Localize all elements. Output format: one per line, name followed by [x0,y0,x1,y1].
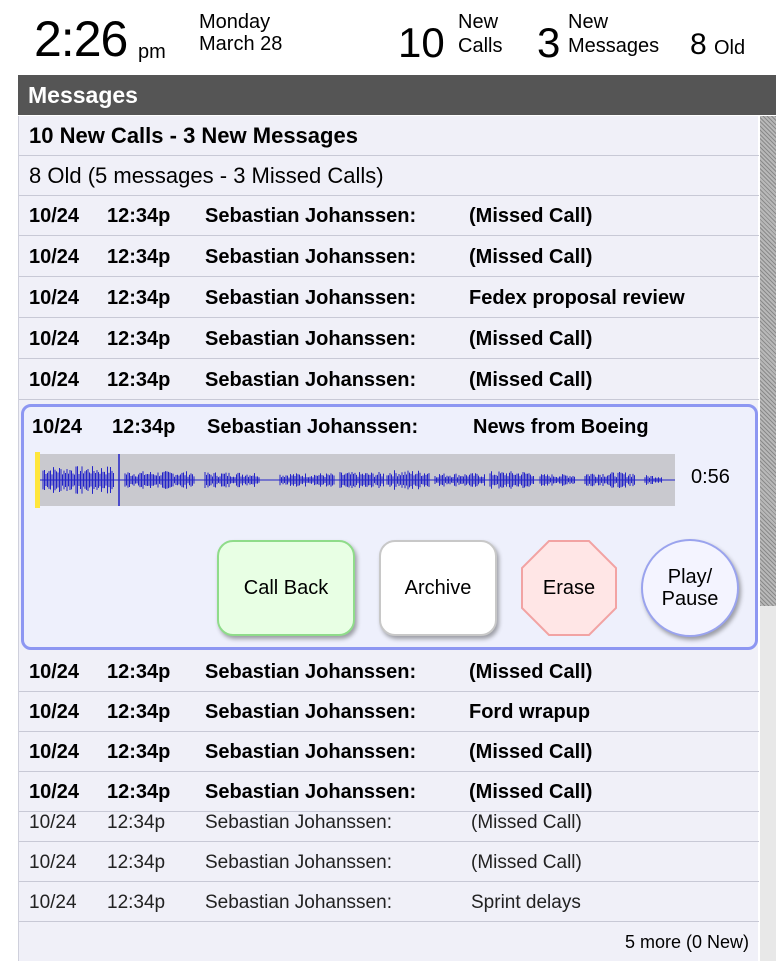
erase-label: Erase [542,576,596,599]
selected-message-header: 10/24 12:34p Sebastian Johanssen: News f… [24,411,755,443]
message-subject: (Missed Call) [469,369,593,391]
list-item[interactable]: 10/24 12:34p Sebastian Johanssen: (Misse… [19,843,759,882]
caller-name: Sebastian Johanssen: [205,328,417,350]
message-subject: (Missed Call) [469,741,593,763]
list-item[interactable]: 10/24 12:34p Sebastian Johanssen: (Misse… [19,320,759,359]
list-item[interactable]: 10/24 12:34p Sebastian Johanssen: (Misse… [19,197,759,236]
message-subject: News from Boeing [473,416,649,438]
caller-name: Sebastian Johanssen: [205,701,417,723]
caller-name: Sebastian Johanssen: [205,661,417,683]
new-calls-label-new: New [458,11,499,33]
caller-name: Sebastian Johanssen: [205,741,417,763]
list-item[interactable]: 10/24 12:34p Sebastian Johanssen: (Misse… [19,238,759,277]
old-count: 8 [690,28,707,61]
more-messages-link[interactable]: 5 more (0 New) [19,924,759,961]
caller-name: Sebastian Johanssen: [205,246,417,268]
list-item[interactable]: 10/24 12:34p Sebastian Johanssen: (Misse… [19,733,759,772]
message-subject: Sprint delays [471,892,581,913]
message-date: 10/24 [29,369,80,391]
message-date: 10/24 [29,287,80,309]
summary-new[interactable]: 10 New Calls - 3 New Messages [19,116,759,156]
message-time: 12:34p [112,416,176,438]
caller-name: Sebastian Johanssen: [205,892,392,913]
waveform-graphic [35,454,675,506]
panel-title: Messages [28,82,138,108]
new-calls-count: 10 [398,19,445,66]
message-time: 12:34p [107,328,171,350]
message-date: 10/24 [29,812,77,833]
list-item[interactable]: 10/24 12:34p Sebastian Johanssen: (Misse… [19,803,759,842]
list-item[interactable]: 10/24 12:34p Sebastian Johanssen: Ford w… [19,693,759,732]
caller-name: Sebastian Johanssen: [205,812,392,833]
archive-button[interactable]: Archive [379,540,497,636]
message-date: 10/24 [29,892,77,913]
message-time: 12:34p [107,701,171,723]
audio-waveform[interactable] [35,454,675,506]
message-date: 10/24 [29,661,80,683]
message-subject: Ford wrapup [469,701,591,723]
call-back-button[interactable]: Call Back [217,540,355,636]
message-date: 10/24 [29,741,80,763]
call-back-label: Call Back [243,576,329,599]
scrollbar-thumb[interactable] [760,116,776,606]
archive-label: Archive [404,576,472,599]
message-time: 12:34p [107,246,171,268]
message-date: 10/24 [29,205,80,227]
message-time: 12:34p [107,812,166,833]
message-time: 12:34p [107,205,171,227]
message-date: 10/24 [29,852,77,873]
old-label: Old [714,37,746,59]
message-time: 12:34p [107,852,166,873]
message-subject: Fedex proposal review [469,287,685,309]
list-item[interactable]: 10/24 12:34p Sebastian Johanssen: Sprint… [19,883,759,922]
new-messages-count: 3 [537,19,561,66]
list-item[interactable]: 10/24 12:34p Sebastian Johanssen: Fedex … [19,279,759,318]
play-pause-label-1: Play/ [667,566,713,588]
message-subject: (Missed Call) [469,205,593,227]
message-time: 12:34p [107,287,171,309]
date: March 28 [199,33,283,55]
more-messages-label: 5 more (0 New) [624,932,749,952]
caller-name: Sebastian Johanssen: [207,416,419,438]
list-item[interactable]: 10/24 12:34p Sebastian Johanssen: (Misse… [19,653,759,692]
new-messages-label-new: New [568,11,609,33]
message-date: 10/24 [29,328,80,350]
message-time: 12:34p [107,892,166,913]
erase-button[interactable]: Erase [519,538,619,638]
message-time: 12:34p [107,741,171,763]
message-date: 10/24 [32,416,83,438]
message-subject: (Missed Call) [469,328,593,350]
clock-time: 2:26 [34,11,128,67]
message-time: 12:34p [107,661,171,683]
caller-name: Sebastian Johanssen: [205,205,417,227]
caller-name: Sebastian Johanssen: [205,287,417,309]
summary-old[interactable]: 8 Old (5 messages - 3 Missed Calls) [19,156,759,196]
list-item[interactable]: 10/24 12:34p Sebastian Johanssen: (Misse… [19,361,759,400]
message-time: 12:34p [107,369,171,391]
message-subject: (Missed Call) [469,246,593,268]
selected-message-panel[interactable]: 10/24 12:34p Sebastian Johanssen: News f… [21,404,758,650]
message-date: 10/24 [29,246,80,268]
message-date: 10/24 [29,701,80,723]
summary-new-text: 10 New Calls - 3 New Messages [29,123,358,148]
message-subject: (Missed Call) [469,661,593,683]
play-pause-label-2: Pause [661,588,719,610]
message-subject: (Missed Call) [471,852,582,873]
message-list: 10 New Calls - 3 New Messages 8 Old (5 m… [18,116,759,961]
new-messages-label-messages: Messages [568,35,660,57]
caller-name: Sebastian Johanssen: [205,852,392,873]
message-subject: (Missed Call) [471,812,582,833]
summary-old-text: 8 Old (5 messages - 3 Missed Calls) [29,163,384,188]
messages-title-bar: Messages [18,75,776,115]
new-calls-label-calls: Calls [458,35,503,57]
play-pause-button[interactable]: Play/ Pause [641,539,739,637]
playhead[interactable] [35,452,40,508]
status-header: 2:26 pm Monday March 28 10 New Calls 3 N… [0,0,776,70]
weekday: Monday [199,11,271,33]
caller-name: Sebastian Johanssen: [205,369,417,391]
audio-duration: 0:56 [691,466,730,488]
clock-ampm: pm [138,41,166,63]
